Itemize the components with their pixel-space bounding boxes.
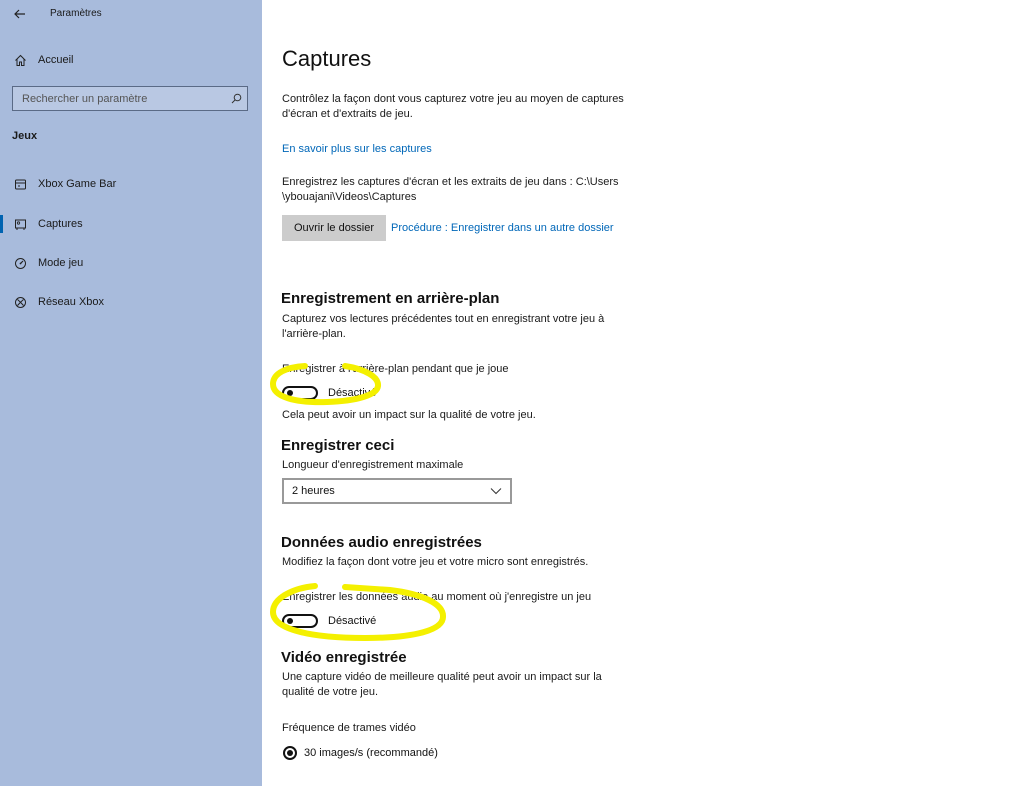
learn-more-link[interactable]: En savoir plus sur les captures xyxy=(282,143,432,155)
video-description: Une capture vidéo de meilleure qualité p… xyxy=(282,671,602,698)
sidebar-item-xbox-game-bar[interactable]: Xbox Game Bar xyxy=(0,167,262,201)
toggle-knob xyxy=(287,390,293,396)
highlight-mark xyxy=(269,583,446,642)
chevron-down-icon xyxy=(490,488,502,495)
captures-icon xyxy=(0,218,38,231)
sidebar-item-captures[interactable]: Captures xyxy=(0,207,262,241)
xbox-icon xyxy=(0,296,38,309)
sidebar-item-reseau-xbox[interactable]: Réseau Xbox xyxy=(0,285,262,319)
title-bar: Paramètres xyxy=(0,0,262,30)
search-icon[interactable] xyxy=(225,93,247,104)
dropdown-value: 2 heures xyxy=(292,485,335,497)
background-recording-toggle[interactable] xyxy=(282,386,318,400)
open-folder-button[interactable]: Ouvrir le dossier xyxy=(282,215,386,241)
back-arrow-icon xyxy=(14,9,25,19)
record-this-heading: Enregistrer ceci xyxy=(281,437,395,454)
sidebar-item-label: Xbox Game Bar xyxy=(38,178,117,190)
audio-toggle-label: Enregistrer les données audio au moment … xyxy=(282,591,592,603)
howto-link[interactable]: Procédure : Enregistrer dans un autre do… xyxy=(391,222,614,234)
save-path-text: Enregistrez les captures d'écran et les … xyxy=(282,176,619,203)
intro-text: Contrôlez la façon dont vous capturez vo… xyxy=(282,93,624,120)
radio-dot xyxy=(287,750,293,756)
app-title: Paramètres xyxy=(50,8,102,19)
video-heading: Vidéo enregistrée xyxy=(281,649,407,666)
background-heading: Enregistrement en arrière-plan xyxy=(281,290,500,307)
search-input[interactable] xyxy=(13,92,225,105)
home-icon xyxy=(0,54,38,67)
sidebar-item-label: Mode jeu xyxy=(38,257,84,269)
audio-toggle-state: Désactivé xyxy=(328,615,377,627)
audio-recording-toggle[interactable] xyxy=(282,614,318,628)
toggle-knob xyxy=(287,618,293,624)
page-title: Captures xyxy=(282,46,372,71)
sidebar-item-label: Accueil xyxy=(38,54,74,66)
audio-heading: Données audio enregistrées xyxy=(281,534,482,551)
section-heading: Jeux xyxy=(12,130,38,142)
sidebar-item-label: Captures xyxy=(38,218,83,230)
audio-description: Modifiez la façon dont votre jeu et votr… xyxy=(282,556,589,568)
sidebar: Paramètres Accueil Jeux Xbox Game Bar Ca… xyxy=(0,0,262,786)
sidebar-item-mode-jeu[interactable]: Mode jeu xyxy=(0,246,262,280)
fps-radio-label: 30 images/s (recommandé) xyxy=(304,747,438,759)
max-length-label: Longueur d'enregistrement maximale xyxy=(282,459,464,471)
game-mode-icon xyxy=(0,257,38,270)
max-length-dropdown[interactable]: 2 heures xyxy=(282,478,512,504)
fps-label: Fréquence de trames vidéo xyxy=(282,722,416,734)
fps-radio-30[interactable] xyxy=(283,746,297,760)
sidebar-item-home[interactable]: Accueil xyxy=(0,43,262,77)
background-note: Cela peut avoir un impact sur la qualité… xyxy=(282,409,536,421)
gamebar-icon xyxy=(0,178,38,191)
background-description: Capturez vos lectures précédentes tout e… xyxy=(282,313,605,340)
search-box[interactable] xyxy=(12,86,248,111)
sidebar-item-label: Réseau Xbox xyxy=(38,296,105,308)
background-toggle-state: Désactivé xyxy=(328,387,377,399)
background-toggle-label: Enregistrer à l'arrière-plan pendant que… xyxy=(282,363,509,375)
back-button[interactable] xyxy=(8,3,32,25)
